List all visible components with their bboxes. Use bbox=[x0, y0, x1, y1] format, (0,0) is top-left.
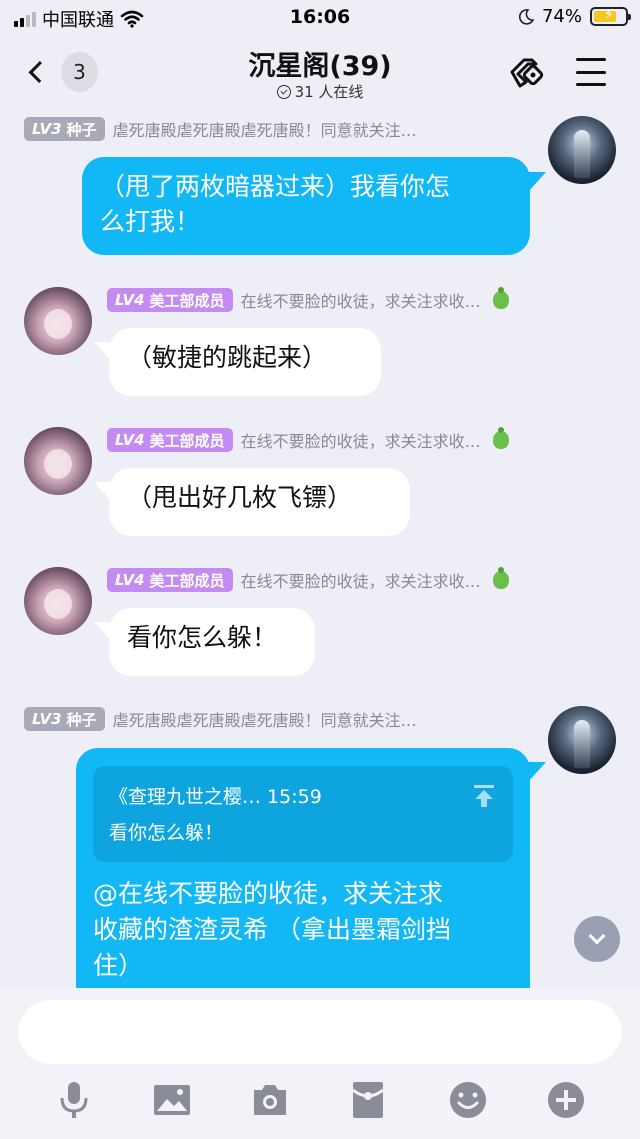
gourd-icon bbox=[492, 427, 509, 449]
quote-source: 《查理九世之樱… 15:59 bbox=[109, 786, 322, 808]
level-badge: LV4 美工部成员 bbox=[107, 568, 233, 592]
message-text-line: 么打我！ bbox=[100, 207, 201, 236]
sender-name[interactable]: 在线不要脸的收徒，求关注求收… bbox=[241, 428, 481, 452]
level-badge: LV3 种子 bbox=[24, 117, 105, 141]
message-meta: LV3 种子 虐死唐殿虐死唐殿虐死唐殿！同意就关注… bbox=[24, 706, 417, 732]
compose-toolbar bbox=[0, 1078, 640, 1124]
message-list[interactable]: LV3 种子 虐死唐殿虐死唐殿虐死唐殿！同意就关注… （甩了两枚暗器过来）我看你怎… bbox=[0, 108, 640, 988]
compose-area bbox=[0, 988, 640, 1139]
online-check-icon bbox=[276, 85, 291, 99]
avatar[interactable] bbox=[24, 567, 92, 635]
avatar[interactable] bbox=[24, 287, 92, 355]
plus-icon[interactable] bbox=[544, 1078, 588, 1122]
message-text: （敏捷的跳起来） bbox=[127, 343, 328, 372]
level-badge: LV4 美工部成员 bbox=[107, 288, 233, 312]
menu-icon[interactable] bbox=[576, 58, 606, 86]
bubble-tail bbox=[528, 172, 546, 192]
message-bubble[interactable]: （敏捷的跳起来） bbox=[109, 328, 381, 396]
quoted-message[interactable]: 《查理九世之樱… 15:59 看你怎么躲！ bbox=[93, 766, 513, 862]
message-text: 看你怎么躲！ bbox=[127, 623, 278, 652]
message-text-line: （甩了两枚暗器过来）我看你怎 bbox=[100, 172, 451, 201]
message-bubble[interactable]: （甩出好几枚飞镖） bbox=[109, 468, 410, 536]
gourd-icon bbox=[492, 287, 509, 309]
message-bubble[interactable]: 看你怎么躲！ bbox=[109, 608, 315, 676]
gourd-icon bbox=[492, 567, 509, 589]
scroll-to-bottom-button[interactable] bbox=[574, 916, 620, 962]
sender-name[interactable]: 虐死唐殿虐死唐殿虐死唐殿！同意就关注… bbox=[113, 707, 417, 731]
quote-text: 看你怎么躲！ bbox=[109, 822, 224, 844]
microphone-icon[interactable] bbox=[52, 1078, 96, 1122]
message-text: @在线不要脸的收徒，求关注求 收藏的渣渣灵希 （拿出墨霜剑挡 住） bbox=[93, 876, 523, 984]
chevron-down-icon bbox=[588, 927, 606, 945]
image-icon[interactable] bbox=[150, 1078, 194, 1122]
message-text: （甩出好几枚飞镖） bbox=[127, 483, 353, 512]
group-settings-icon[interactable] bbox=[508, 54, 548, 94]
chat-header: 3 沉星阁(39) 31 人在线 bbox=[0, 36, 640, 108]
message-meta: LV3 种子 虐死唐殿虐死唐殿虐死唐殿！同意就关注… bbox=[24, 116, 417, 142]
message-text-line: 收藏的渣渣灵希 （拿出墨霜剑挡 bbox=[93, 915, 451, 944]
message-bubble[interactable]: （甩了两枚暗器过来）我看你怎 么打我！ bbox=[82, 157, 530, 255]
message-meta: LV4 美工部成员 在线不要脸的收徒，求关注求收… bbox=[107, 287, 509, 313]
level-badge: LV3 种子 bbox=[24, 707, 105, 731]
message-text-line: 住） bbox=[93, 951, 144, 980]
moon-icon bbox=[518, 8, 534, 25]
status-right: 74% ⚡ bbox=[518, 6, 631, 27]
message-meta: LV4 美工部成员 在线不要脸的收徒，求关注求收… bbox=[107, 427, 509, 453]
red-packet-icon[interactable] bbox=[346, 1078, 390, 1122]
avatar[interactable] bbox=[548, 116, 616, 184]
level-badge: LV4 美工部成员 bbox=[107, 428, 233, 452]
camera-icon[interactable] bbox=[248, 1078, 292, 1122]
sender-name[interactable]: 虐死唐殿虐死唐殿虐死唐殿！同意就关注… bbox=[113, 117, 417, 141]
status-bar: 中国联通 16:06 74% ⚡ bbox=[0, 0, 640, 36]
battery-percent: 74% bbox=[541, 6, 582, 27]
sender-name[interactable]: 在线不要脸的收徒，求关注求收… bbox=[241, 288, 481, 312]
emoji-icon[interactable] bbox=[446, 1078, 490, 1122]
message-text-line: @在线不要脸的收徒，求关注求 bbox=[93, 879, 444, 908]
sender-name[interactable]: 在线不要脸的收徒，求关注求收… bbox=[241, 568, 481, 592]
battery-charging-icon: ⚡ bbox=[590, 7, 631, 26]
message-meta: LV4 美工部成员 在线不要脸的收徒，求关注求收… bbox=[107, 567, 509, 593]
bubble-tail bbox=[528, 762, 546, 782]
online-count-label: 31 人在线 bbox=[294, 83, 364, 101]
message-input[interactable] bbox=[18, 1000, 622, 1064]
avatar[interactable] bbox=[24, 427, 92, 495]
avatar[interactable] bbox=[548, 706, 616, 774]
jump-to-quote-icon[interactable] bbox=[473, 784, 495, 808]
